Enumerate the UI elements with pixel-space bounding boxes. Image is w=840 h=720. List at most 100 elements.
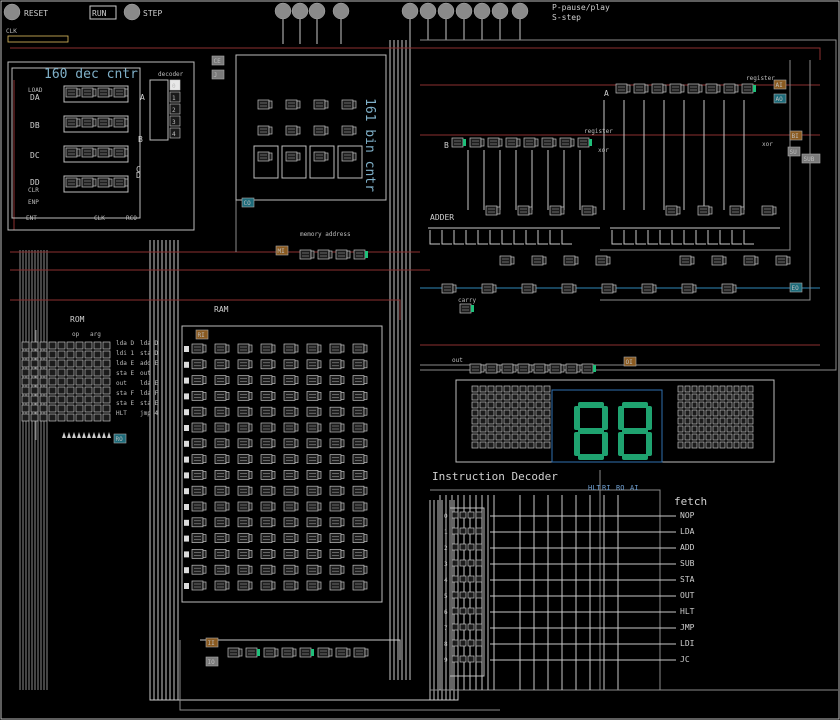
flip-flop-body [283,438,296,449]
flip-flop-body [306,533,319,543]
ram-cell [214,533,230,543]
decoder-bus-label: HLT [588,484,601,492]
instruction-decoder-bit [459,559,467,567]
flip-flop-body [299,249,312,260]
reset-button[interactable] [3,3,21,21]
ram-cell [352,422,368,433]
rom-bit [30,368,39,377]
flip-flop-led [317,581,322,590]
flip-flop-body [191,454,204,464]
flip-flop-led [225,439,230,448]
flip-flop-led [317,565,322,574]
seven-segment [578,454,604,460]
flip-flop-led [271,423,276,432]
flip-flop-body [335,249,348,260]
ram-row-select [184,488,189,495]
a-register-bit [741,83,756,94]
display-matrix-bit [740,417,747,425]
flip-flop-body [214,391,227,401]
pin-dc: DC [30,151,40,160]
flip-flop-body [577,137,590,148]
ram-cell [306,359,322,370]
display-matrix-bit [733,417,740,425]
rom-bit [102,395,111,404]
rom-bit [21,413,30,422]
flip-flop-body [306,438,319,449]
flip-flop-led [271,376,276,384]
ram-row-select [184,409,189,416]
wire [501,230,512,245]
display-matrix-bit [543,425,551,433]
instruction-index: 0 [444,513,448,520]
flip-flop-body [191,485,204,496]
schematic: RESET RUN STEP P-pause/play S-step CLK 1… [0,0,840,720]
flip-flop-body [352,343,365,354]
flip-flop-body [565,363,578,374]
instruction-decoder-bit [467,511,475,519]
flip-flop-led [471,305,474,312]
flip-flop-body [191,438,204,449]
display-matrix-bit [726,441,733,449]
b-register-bit [469,137,485,148]
instruction-index: 4 [444,577,448,584]
flip-flop-led [317,407,322,416]
ram-cell [237,375,253,385]
ram-cell [260,406,276,417]
ram-cell [214,343,230,354]
display-matrix-bit [691,441,698,449]
flip-flop-led [225,502,230,511]
flip-flop-led [238,648,243,657]
display-matrix-bit [684,409,691,417]
display-matrix-bit [747,433,754,441]
flip-flop-body [227,647,240,658]
flip-flop-led [225,360,230,369]
instruction-decoder-module: Instruction Decoder fetch NOP LDA ADD SUB ST… [432,470,707,677]
flip-flop-led [574,256,579,265]
flip-flop-led [340,344,345,353]
ram-cell [283,454,299,464]
display-matrix-bit [677,393,684,401]
instruction-register-bit [245,647,260,658]
display-matrix-bit [712,433,719,441]
instruction-decoder-bit [451,527,459,535]
flip-flop-led [294,471,299,479]
dec-counter-cell [113,87,129,98]
flip-flop-body [723,83,736,94]
flip-flop-led [294,376,299,384]
ram-cell [237,549,253,559]
flip-flop-body [260,375,273,385]
ram-cell [283,517,299,528]
wire [719,230,730,245]
flip-flop-body [352,422,365,433]
rom-bit [57,413,66,422]
display-matrix-bit [487,409,495,417]
flip-flop-body [237,580,250,591]
top-switch [274,2,292,20]
flip-flop-body [237,391,250,401]
rom-code-6: sta E [116,400,134,407]
flip-flop-body [283,549,296,559]
bin-counter-cell [313,125,329,136]
ram-cell [306,343,322,354]
tag-ri-label: RI [198,332,206,339]
ram-cell [283,501,299,512]
flip-flop-led [202,360,207,369]
flip-flop-body [487,137,500,148]
rom-bit [21,341,30,350]
rom-bit [21,404,30,413]
flip-flop-body [329,406,342,417]
bin-counter-stage [309,145,335,179]
flip-flop-led [492,284,497,293]
rom-tristate [72,432,76,438]
flip-flop-led [317,455,322,463]
flip-flop-led [76,88,81,97]
display-matrix-bit [527,433,535,441]
ram-cell [191,470,207,480]
display-matrix-bit [726,393,733,401]
step-button[interactable] [123,3,141,21]
flip-flop-led [340,423,345,432]
rom-bit [30,341,39,350]
ram-cell [352,391,368,401]
flip-flop-body [191,391,204,401]
flip-flop-led [732,284,737,293]
